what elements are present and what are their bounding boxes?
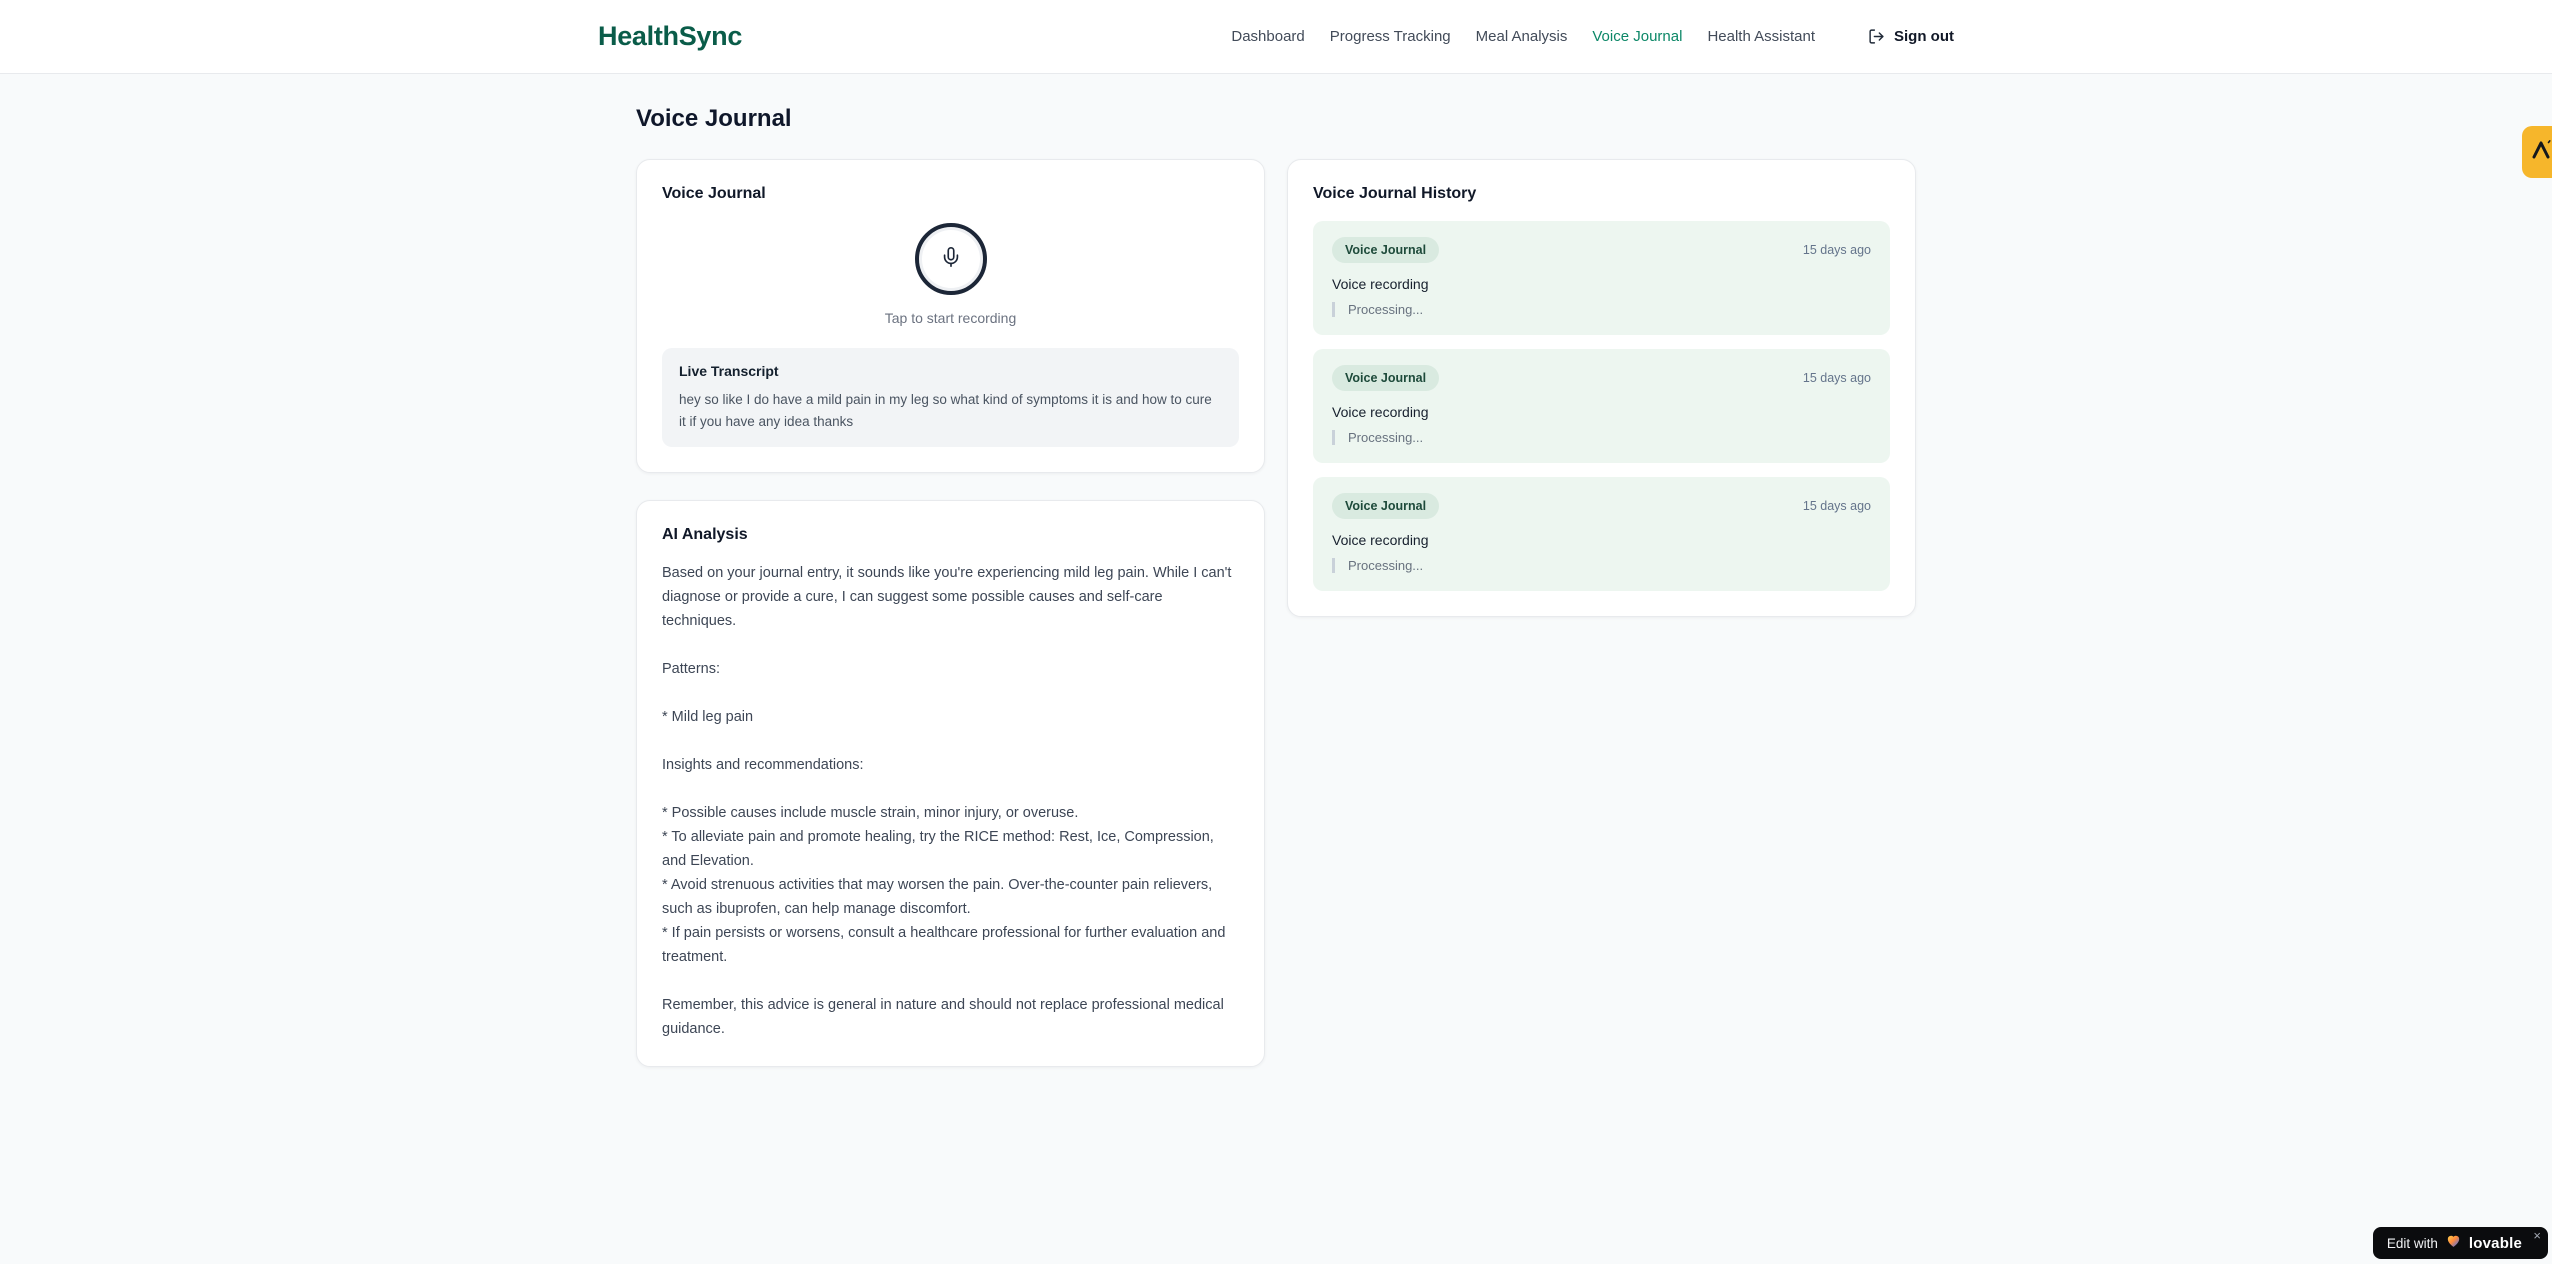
sign-out-button[interactable]: Sign out [1868, 28, 1954, 45]
nav-item-dashboard[interactable]: Dashboard [1231, 28, 1304, 45]
entry-type-badge: Voice Journal [1332, 237, 1440, 263]
entry-timestamp: 15 days ago [1802, 371, 1871, 385]
sign-out-label: Sign out [1894, 28, 1954, 45]
voice-journal-history-card: Voice Journal History Voice Journal 15 d… [1287, 159, 1916, 617]
brand-logo[interactable]: HealthSync [598, 21, 742, 52]
entry-type-badge: Voice Journal [1332, 493, 1440, 519]
voice-journal-card-title: Voice Journal [662, 185, 766, 202]
history-list: Voice Journal 15 days ago Voice recordin… [1313, 221, 1890, 591]
right-column: Voice Journal History Voice Journal 15 d… [1287, 159, 1916, 617]
history-entry[interactable]: Voice Journal 15 days ago Voice recordin… [1313, 349, 1890, 463]
entry-title: Voice recording [1332, 404, 1429, 420]
page-content: Voice Journal Voice Journal Tap to start… [636, 74, 1916, 1068]
log-out-icon [1868, 28, 1885, 45]
close-icon[interactable]: × [2533, 1229, 2541, 1242]
nav-item-progress-tracking[interactable]: Progress Tracking [1330, 28, 1451, 45]
left-column: Voice Journal Tap to start recording Liv… [636, 159, 1265, 1068]
ai-analysis-title: AI Analysis [662, 526, 748, 544]
page-title: Voice Journal [636, 105, 792, 132]
nav-item-meal-analysis[interactable]: Meal Analysis [1476, 28, 1568, 45]
top-navbar: HealthSync Dashboard Progress Tracking M… [0, 0, 2552, 74]
ai-analysis-body: Based on your journal entry, it sounds l… [662, 565, 1232, 1038]
microphone-icon [940, 246, 962, 273]
ai-analysis-card: AI Analysis Based on your journal entry,… [636, 500, 1265, 1068]
entry-title: Voice recording [1332, 532, 1429, 548]
lambda-logo-icon [2529, 138, 2552, 167]
live-transcript-panel: Live Transcript hey so like I do have a … [662, 348, 1239, 448]
edit-badge-prefix: Edit with [2386, 1235, 2438, 1251]
entry-timestamp: 15 days ago [1802, 499, 1871, 513]
history-entry[interactable]: Voice Journal 15 days ago Voice recordin… [1313, 477, 1890, 591]
voice-journal-card: Voice Journal Tap to start recording Liv… [636, 159, 1265, 474]
side-extension-button[interactable] [2522, 126, 2552, 178]
edit-with-lovable-badge[interactable]: Edit with lovable × [2372, 1227, 2548, 1259]
live-transcript-text: hey so like I do have a mild pain in my … [679, 392, 1212, 429]
live-transcript-title: Live Transcript [679, 363, 779, 379]
entry-status: Processing... [1332, 302, 1871, 317]
heart-gradient-icon [2445, 1232, 2462, 1254]
entry-status: Processing... [1332, 430, 1871, 445]
record-button[interactable] [914, 223, 987, 295]
main-nav: Dashboard Progress Tracking Meal Analysi… [1231, 28, 1954, 45]
nav-item-voice-journal[interactable]: Voice Journal [1592, 28, 1682, 45]
nav-item-health-assistant[interactable]: Health Assistant [1707, 28, 1815, 45]
entry-title: Voice recording [1332, 276, 1429, 292]
entry-status: Processing... [1332, 558, 1871, 573]
tap-to-record-hint: Tap to start recording [884, 310, 1017, 326]
history-entry[interactable]: Voice Journal 15 days ago Voice recordin… [1313, 221, 1890, 335]
edit-badge-brand: lovable [2468, 1234, 2522, 1252]
entry-type-badge: Voice Journal [1332, 365, 1440, 391]
entry-timestamp: 15 days ago [1802, 243, 1871, 257]
history-card-title: Voice Journal History [1313, 185, 1477, 202]
